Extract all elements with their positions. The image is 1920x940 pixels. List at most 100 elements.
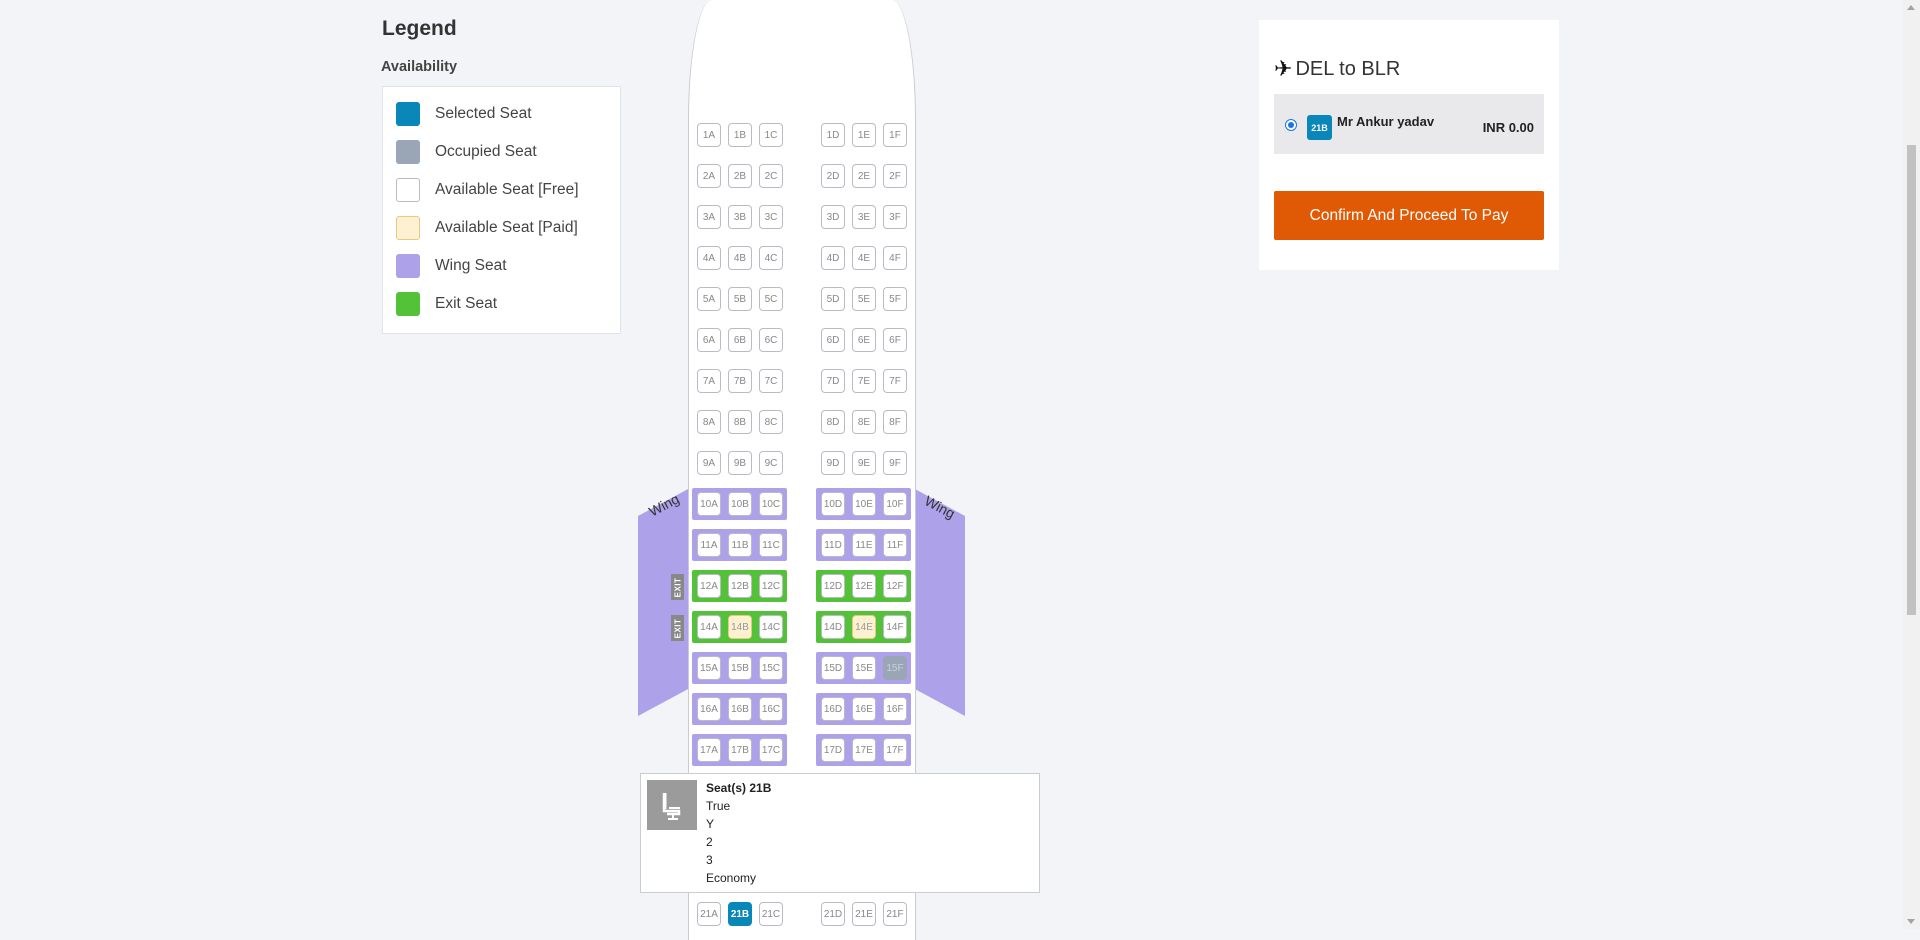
seat-15b[interactable]: 15B [728, 656, 752, 680]
seat-3c[interactable]: 3C [759, 205, 783, 229]
seat-7a[interactable]: 7A [697, 369, 721, 393]
seat-7b[interactable]: 7B [728, 369, 752, 393]
seat-14d[interactable]: 14D [821, 615, 845, 639]
seat-14e[interactable]: 14E [852, 615, 876, 639]
seat-12a[interactable]: 12A [697, 574, 721, 598]
seat-4e[interactable]: 4E [852, 246, 876, 270]
seat-12e[interactable]: 12E [852, 574, 876, 598]
seat-2b[interactable]: 2B [728, 164, 752, 188]
seat-14c[interactable]: 14C [759, 615, 783, 639]
seat-21d[interactable]: 21D [821, 902, 845, 926]
seat-21e[interactable]: 21E [852, 902, 876, 926]
seat-16f[interactable]: 16F [883, 697, 907, 721]
seat-5b[interactable]: 5B [728, 287, 752, 311]
seat-8d[interactable]: 8D [821, 410, 845, 434]
seat-2c[interactable]: 2C [759, 164, 783, 188]
seat-5f[interactable]: 5F [883, 287, 907, 311]
seat-9d[interactable]: 9D [821, 451, 845, 475]
seat-17f[interactable]: 17F [883, 738, 907, 762]
seat-6a[interactable]: 6A [697, 328, 721, 352]
seat-8b[interactable]: 8B [728, 410, 752, 434]
scroll-down-icon[interactable] [1907, 919, 1915, 924]
seat-12d[interactable]: 12D [821, 574, 845, 598]
seat-3b[interactable]: 3B [728, 205, 752, 229]
seat-1a[interactable]: 1A [697, 123, 721, 147]
seat-6c[interactable]: 6C [759, 328, 783, 352]
seat-11e[interactable]: 11E [852, 533, 876, 557]
seat-6f[interactable]: 6F [883, 328, 907, 352]
seat-11a[interactable]: 11A [697, 533, 721, 557]
seat-5c[interactable]: 5C [759, 287, 783, 311]
seat-1c[interactable]: 1C [759, 123, 783, 147]
seat-1b[interactable]: 1B [728, 123, 752, 147]
passenger-row[interactable]: 21B Mr Ankur yadav INR 0.00 [1274, 94, 1544, 154]
seat-6e[interactable]: 6E [852, 328, 876, 352]
seat-3d[interactable]: 3D [821, 205, 845, 229]
seat-3a[interactable]: 3A [697, 205, 721, 229]
seat-15a[interactable]: 15A [697, 656, 721, 680]
seat-12c[interactable]: 12C [759, 574, 783, 598]
seat-9b[interactable]: 9B [728, 451, 752, 475]
seat-2a[interactable]: 2A [697, 164, 721, 188]
seat-16c[interactable]: 16C [759, 697, 783, 721]
seat-21c[interactable]: 21C [759, 902, 783, 926]
seat-17c[interactable]: 17C [759, 738, 783, 762]
seat-11f[interactable]: 11F [883, 533, 907, 557]
seat-5e[interactable]: 5E [852, 287, 876, 311]
seat-14a[interactable]: 14A [697, 615, 721, 639]
scroll-thumb[interactable] [1907, 145, 1916, 615]
seat-4d[interactable]: 4D [821, 246, 845, 270]
seat-8a[interactable]: 8A [697, 410, 721, 434]
seat-16b[interactable]: 16B [728, 697, 752, 721]
seat-11c[interactable]: 11C [759, 533, 783, 557]
seat-8c[interactable]: 8C [759, 410, 783, 434]
seat-6b[interactable]: 6B [728, 328, 752, 352]
seat-7d[interactable]: 7D [821, 369, 845, 393]
seat-6d[interactable]: 6D [821, 328, 845, 352]
seat-1d[interactable]: 1D [821, 123, 845, 147]
seat-15e[interactable]: 15E [852, 656, 876, 680]
seat-3e[interactable]: 3E [852, 205, 876, 229]
seat-9f[interactable]: 9F [883, 451, 907, 475]
seat-4f[interactable]: 4F [883, 246, 907, 270]
confirm-pay-button[interactable]: Confirm And Proceed To Pay [1274, 191, 1544, 240]
seat-11b[interactable]: 11B [728, 533, 752, 557]
seat-16e[interactable]: 16E [852, 697, 876, 721]
seat-16d[interactable]: 16D [821, 697, 845, 721]
seat-4c[interactable]: 4C [759, 246, 783, 270]
seat-9c[interactable]: 9C [759, 451, 783, 475]
seat-12f[interactable]: 12F [883, 574, 907, 598]
seat-10a[interactable]: 10A [697, 492, 721, 516]
seat-12b[interactable]: 12B [728, 574, 752, 598]
seat-7e[interactable]: 7E [852, 369, 876, 393]
seat-9a[interactable]: 9A [697, 451, 721, 475]
seat-17e[interactable]: 17E [852, 738, 876, 762]
seat-7c[interactable]: 7C [759, 369, 783, 393]
seat-10e[interactable]: 10E [852, 492, 876, 516]
seat-5d[interactable]: 5D [821, 287, 845, 311]
seat-10f[interactable]: 10F [883, 492, 907, 516]
seat-4a[interactable]: 4A [697, 246, 721, 270]
seat-17d[interactable]: 17D [821, 738, 845, 762]
passenger-radio[interactable] [1285, 119, 1297, 131]
seat-17b[interactable]: 17B [728, 738, 752, 762]
seat-21f[interactable]: 21F [883, 902, 907, 926]
seat-15d[interactable]: 15D [821, 656, 845, 680]
seat-8f[interactable]: 8F [883, 410, 907, 434]
seat-2e[interactable]: 2E [852, 164, 876, 188]
seat-9e[interactable]: 9E [852, 451, 876, 475]
seat-11d[interactable]: 11D [821, 533, 845, 557]
seat-15c[interactable]: 15C [759, 656, 783, 680]
seat-1e[interactable]: 1E [852, 123, 876, 147]
seat-17a[interactable]: 17A [697, 738, 721, 762]
seat-4b[interactable]: 4B [728, 246, 752, 270]
seat-2f[interactable]: 2F [883, 164, 907, 188]
seat-16a[interactable]: 16A [697, 697, 721, 721]
seat-10d[interactable]: 10D [821, 492, 845, 516]
seat-21a[interactable]: 21A [697, 902, 721, 926]
seat-3f[interactable]: 3F [883, 205, 907, 229]
seat-14f[interactable]: 14F [883, 615, 907, 639]
seat-14b[interactable]: 14B [728, 615, 752, 639]
page-scrollbar[interactable] [1903, 0, 1920, 929]
seat-1f[interactable]: 1F [883, 123, 907, 147]
